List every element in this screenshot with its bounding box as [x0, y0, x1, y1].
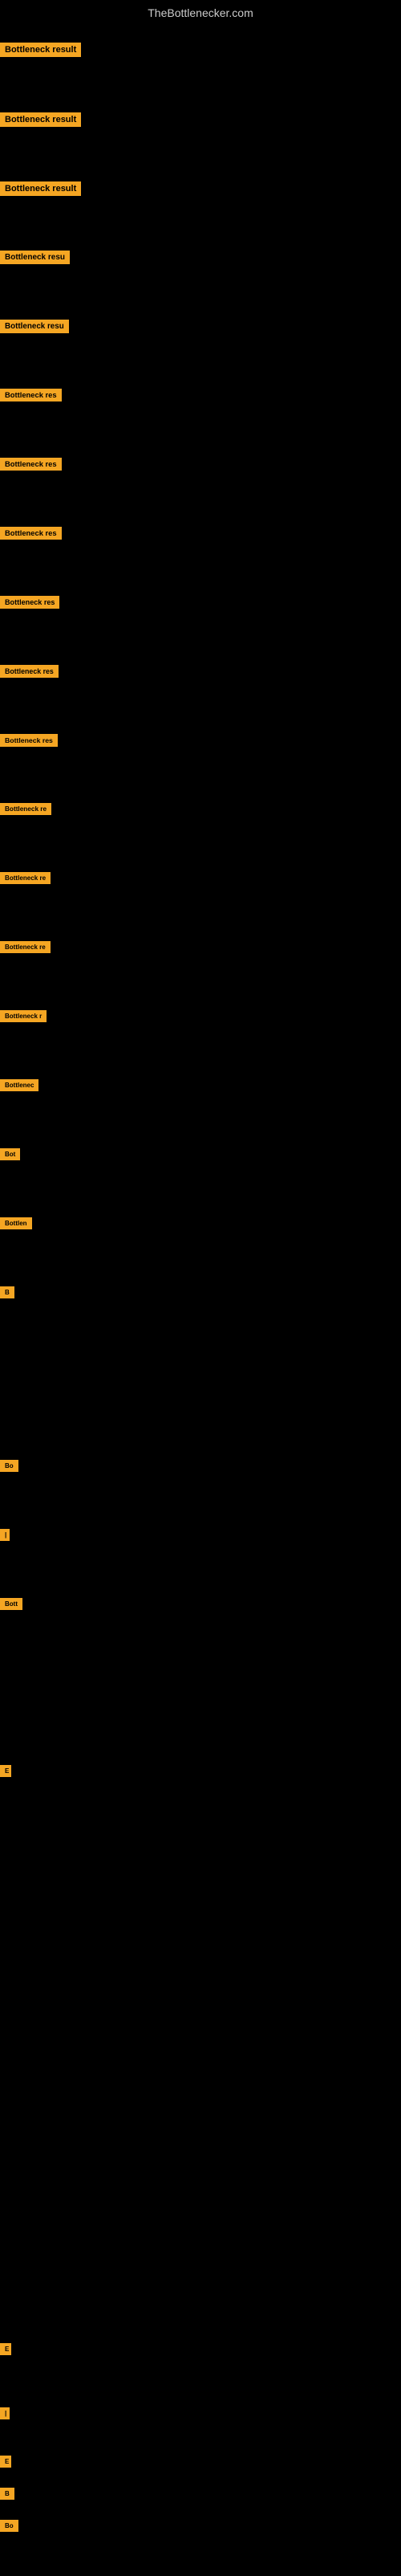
badge-label-32: | [0, 2407, 10, 2419]
badge-label-1: Bottleneck result [0, 43, 81, 57]
badge-label-35: Bo [0, 2520, 18, 2532]
site-title: TheBottlenecker.com [0, 0, 401, 22]
badge-label-22: | [0, 1529, 10, 1541]
badge-label-9: Bottleneck res [0, 596, 59, 609]
bottleneck-badge-9: Bottleneck res [0, 596, 59, 613]
badge-label-4: Bottleneck resu [0, 251, 70, 264]
bottleneck-badge-17: Bot [0, 1148, 20, 1164]
badge-label-33: E [0, 2456, 11, 2468]
badge-label-17: Bot [0, 1148, 20, 1160]
badge-label-3: Bottleneck result [0, 181, 81, 196]
badge-label-5: Bottleneck resu [0, 320, 69, 333]
bottleneck-badge-4: Bottleneck resu [0, 251, 70, 268]
bottleneck-badge-16: Bottlenec [0, 1079, 38, 1095]
badge-label-15: Bottleneck r [0, 1010, 47, 1022]
badge-label-2: Bottleneck result [0, 112, 81, 127]
badge-label-31: E [0, 2343, 11, 2355]
bottleneck-badge-18: Bottlen [0, 1217, 32, 1233]
bottleneck-badge-12: Bottleneck re [0, 803, 51, 819]
bottleneck-badge-31: E [0, 2343, 11, 2359]
bottleneck-badge-7: Bottleneck res [0, 458, 62, 475]
badge-label-11: Bottleneck res [0, 734, 58, 747]
bottleneck-badge-23: Bott [0, 1598, 22, 1614]
badge-label-7: Bottleneck res [0, 458, 62, 471]
bottleneck-badge-2: Bottleneck result [0, 112, 81, 131]
badge-label-14: Bottleneck re [0, 941, 51, 953]
bottleneck-badge-25: E [0, 1765, 11, 1781]
bottleneck-badge-33: E [0, 2456, 11, 2472]
bottleneck-badge-15: Bottleneck r [0, 1010, 47, 1026]
bottleneck-badge-13: Bottleneck re [0, 872, 51, 888]
badge-label-12: Bottleneck re [0, 803, 51, 815]
bottleneck-badge-19: B [0, 1286, 14, 1302]
bottleneck-badge-3: Bottleneck result [0, 181, 81, 200]
badge-label-23: Bott [0, 1598, 22, 1610]
bottleneck-badge-34: B [0, 2488, 14, 2504]
bottleneck-badge-6: Bottleneck res [0, 389, 62, 406]
badge-label-13: Bottleneck re [0, 872, 51, 884]
badge-label-34: B [0, 2488, 14, 2500]
bottleneck-badge-8: Bottleneck res [0, 527, 62, 544]
badge-label-16: Bottlenec [0, 1079, 38, 1091]
badge-label-18: Bottlen [0, 1217, 32, 1229]
bottleneck-badge-10: Bottleneck res [0, 665, 59, 682]
badge-label-10: Bottleneck res [0, 665, 59, 678]
bottleneck-badge-35: Bo [0, 2520, 18, 2536]
badge-label-21: Bo [0, 1460, 18, 1472]
bottleneck-badge-5: Bottleneck resu [0, 320, 69, 337]
bottleneck-badge-32: | [0, 2407, 10, 2423]
badge-label-8: Bottleneck res [0, 527, 62, 540]
badge-label-19: B [0, 1286, 14, 1298]
bottleneck-badge-11: Bottleneck res [0, 734, 58, 751]
bottleneck-badge-21: Bo [0, 1460, 18, 1476]
badge-label-25: E [0, 1765, 11, 1777]
badge-label-6: Bottleneck res [0, 389, 62, 401]
bottleneck-badge-1: Bottleneck result [0, 43, 81, 61]
bottleneck-badge-22: | [0, 1529, 10, 1545]
bottleneck-badge-14: Bottleneck re [0, 941, 51, 957]
